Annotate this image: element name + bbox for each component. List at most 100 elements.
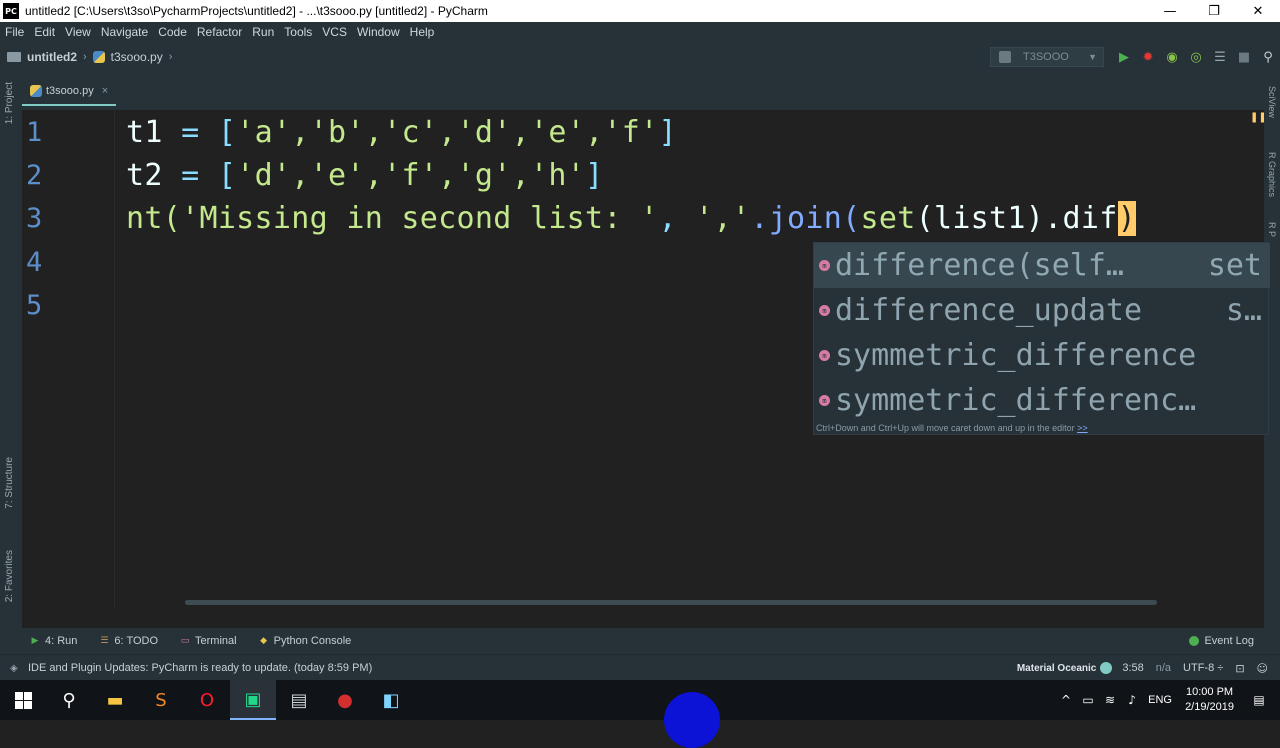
search-everywhere-icon[interactable]: ⚲ xyxy=(1256,47,1280,67)
caret-position[interactable]: 3:58 xyxy=(1122,662,1143,674)
completion-item[interactable]: m symmetric_difference xyxy=(814,333,1270,378)
menu-window[interactable]: Window xyxy=(352,25,405,39)
breadcrumb-project[interactable]: untitled2 xyxy=(27,50,77,64)
left-tool-window-strip: 1: Project 7: Structure 2: Favorites xyxy=(0,72,22,628)
record-app-icon[interactable]: ● xyxy=(322,680,368,720)
project-tool-button[interactable]: 1: Project xyxy=(4,82,15,124)
lock-icon[interactable]: ⊡ xyxy=(1235,662,1244,675)
run-with-coverage-icon[interactable]: ◉ xyxy=(1160,47,1184,67)
theme-name[interactable]: Material Oceanic xyxy=(1017,663,1096,674)
code-token: 'Missing in second list: ' xyxy=(181,201,659,236)
r-graphics-tool-button[interactable]: R Graphics xyxy=(1267,152,1277,197)
profile-icon[interactable]: ◎ xyxy=(1184,47,1208,67)
event-log-label: Event Log xyxy=(1204,635,1254,647)
code-line-1: t1 = ['a','b','c','d','e','f'] xyxy=(126,111,677,154)
wifi-icon[interactable]: ≋ xyxy=(1099,693,1121,707)
editor-tab[interactable]: t3sooo.py × xyxy=(22,78,116,106)
terminal-tool-label: Terminal xyxy=(195,635,237,647)
completion-item[interactable]: m symmetric_differenc… xyxy=(814,378,1270,423)
language-indicator[interactable]: ENG xyxy=(1143,694,1177,706)
menu-refactor[interactable]: Refactor xyxy=(192,25,247,39)
code-token: (list1).dif xyxy=(915,201,1118,236)
opera-browser-icon[interactable]: O xyxy=(184,680,230,720)
bottom-tool-window-bar: ▶ 4: Run ☰ 6: TODO ▭ Terminal ◆ Python C… xyxy=(0,628,1280,654)
event-log-button[interactable]: Event Log xyxy=(1189,628,1254,654)
menu-navigate[interactable]: Navigate xyxy=(96,25,153,39)
chevron-down-icon: ▼ xyxy=(1088,52,1097,62)
completion-item[interactable]: m difference_update s… xyxy=(814,288,1270,333)
sciview-tool-button[interactable]: SciView xyxy=(1267,86,1277,118)
debug-icon[interactable]: ✹ xyxy=(1136,47,1160,67)
menu-help[interactable]: Help xyxy=(405,25,440,39)
close-tab-icon[interactable]: × xyxy=(102,85,108,97)
editor-tab-label: t3sooo.py xyxy=(46,85,94,97)
favorites-tool-button[interactable]: 2: Favorites xyxy=(4,550,15,602)
todo-tool-button[interactable]: ☰ 6: TODO xyxy=(99,635,158,647)
code-line-3: nt('Missing in second list: ', ','.join(… xyxy=(126,197,1136,240)
menu-run[interactable]: Run xyxy=(247,25,279,39)
method-icon: m xyxy=(819,305,830,316)
battery-icon[interactable]: ▭ xyxy=(1077,693,1099,707)
code-token: set xyxy=(860,201,916,236)
clock[interactable]: 10:00 PM 2/19/2019 xyxy=(1185,685,1234,715)
code-token: [ xyxy=(217,115,237,150)
event-log-icon xyxy=(1189,636,1200,646)
sublime-text-icon[interactable]: S xyxy=(138,680,184,720)
windows-start-button[interactable] xyxy=(0,680,46,720)
clock-date: 2/19/2019 xyxy=(1185,701,1234,713)
breadcrumb-file[interactable]: t3sooo.py xyxy=(111,50,163,64)
concurrency-diagram-icon[interactable]: ☰ xyxy=(1208,47,1232,67)
run-icon[interactable]: ▶ xyxy=(1112,47,1136,67)
clock-time: 10:00 PM xyxy=(1185,686,1234,698)
structure-tool-button[interactable]: 7: Structure xyxy=(4,457,15,509)
windows-logo-icon xyxy=(14,691,32,709)
menu-file[interactable]: File xyxy=(0,25,29,39)
terminal-tool-button[interactable]: ▭ Terminal xyxy=(180,635,237,647)
search-icon[interactable]: ⚲ xyxy=(46,680,92,720)
menu-tools[interactable]: Tools xyxy=(279,25,317,39)
maximize-button[interactable]: ❐ xyxy=(1192,0,1236,22)
menu-view[interactable]: View xyxy=(60,25,96,39)
horizontal-scrollbar[interactable] xyxy=(185,600,1157,605)
r-packages-tool-button[interactable]: R P xyxy=(1267,222,1277,237)
pycharm-taskbar-icon[interactable]: ▣ xyxy=(230,680,276,720)
chevron-up-icon[interactable]: ^ xyxy=(1055,693,1077,707)
folder-icon xyxy=(7,52,21,62)
stop-icon[interactable]: ■ xyxy=(1232,47,1256,67)
menu-code[interactable]: Code xyxy=(153,25,192,39)
close-button[interactable]: ✕ xyxy=(1236,0,1280,22)
completion-item[interactable]: m difference(self… set xyxy=(814,243,1270,288)
completion-item-name: difference_update xyxy=(835,293,1143,328)
completion-hint: Ctrl+Down and Ctrl+Up will move caret do… xyxy=(816,423,1088,433)
code-token: [ xyxy=(217,158,237,193)
run-tool-button[interactable]: ▶ 4: Run xyxy=(30,635,78,647)
menu-vcs[interactable]: VCS xyxy=(317,25,352,39)
run-configuration-select[interactable]: T3SOOO ▼ xyxy=(990,47,1104,67)
run-tool-label: 4: Run xyxy=(45,635,78,647)
menu-edit[interactable]: Edit xyxy=(29,25,60,39)
volume-icon[interactable]: ♪ xyxy=(1121,693,1143,707)
run-configuration-name: T3SOOO xyxy=(1023,51,1069,63)
window-title: untitled2 [C:\Users\t3so\PycharmProjects… xyxy=(25,4,488,18)
minimize-button[interactable]: — xyxy=(1148,0,1192,22)
file-encoding[interactable]: UTF-8 ÷ xyxy=(1183,662,1223,674)
todo-icon: ☰ xyxy=(100,636,109,646)
code-token: = xyxy=(162,115,218,150)
notepad-app-icon[interactable]: ◧ xyxy=(368,680,414,720)
status-message[interactable]: ◈ IDE and Plugin Updates: PyCharm is rea… xyxy=(10,662,372,674)
menu-bar: File Edit View Navigate Code Refactor Ru… xyxy=(0,22,1280,42)
network-drive-icon[interactable]: ▤ xyxy=(276,680,322,720)
inspection-icon[interactable]: ☺ xyxy=(1257,662,1268,675)
completion-hint-more-link[interactable]: >> xyxy=(1077,423,1088,433)
file-explorer-icon[interactable]: ▬ xyxy=(92,680,138,720)
pycharm-app-icon: PC xyxy=(3,3,19,19)
theme-color-icon xyxy=(1100,662,1113,674)
line-separator[interactable]: n/a xyxy=(1156,662,1171,674)
notification-center-icon[interactable]: ▤ xyxy=(1248,693,1270,707)
completion-item-name: symmetric_difference xyxy=(835,338,1197,373)
python-console-tool-button[interactable]: ◆ Python Console xyxy=(259,635,351,647)
line-number: 5 xyxy=(26,290,43,321)
line-number: 1 xyxy=(26,117,43,148)
completion-item-name: symmetric_differenc… xyxy=(835,383,1197,418)
python-file-icon xyxy=(30,85,42,97)
